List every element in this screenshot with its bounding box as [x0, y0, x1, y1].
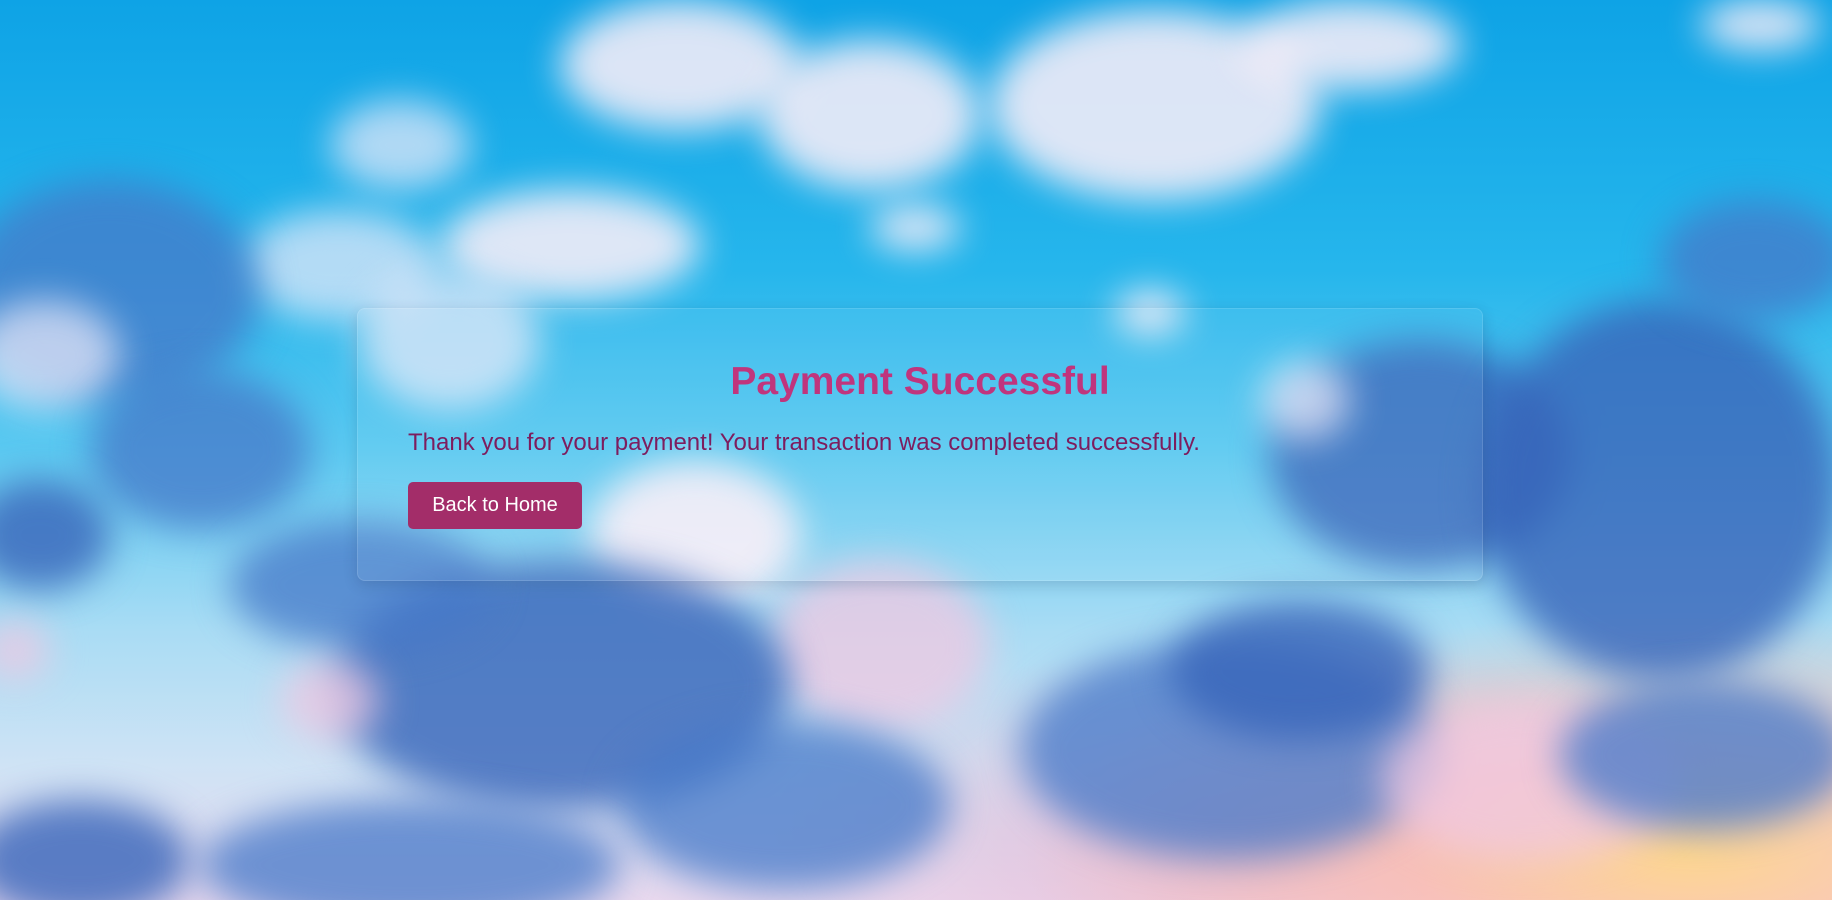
- confirmation-message: Thank you for your payment! Your transac…: [408, 429, 1200, 456]
- payment-success-card: Payment Successful Thank you for your pa…: [357, 308, 1483, 581]
- page-title: Payment Successful: [730, 360, 1110, 403]
- back-to-home-button[interactable]: Back to Home: [408, 482, 582, 529]
